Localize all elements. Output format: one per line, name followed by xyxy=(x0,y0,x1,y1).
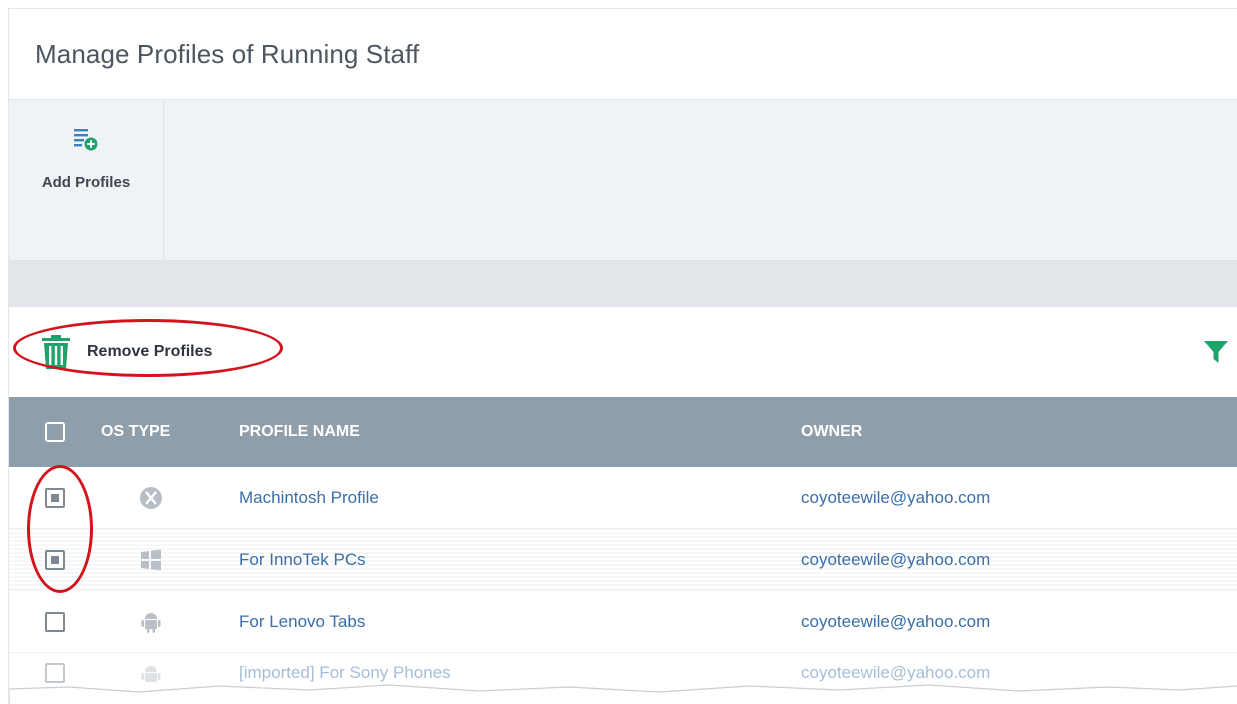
separator-band xyxy=(9,261,1237,307)
header-os-type[interactable]: OS TYPE xyxy=(101,423,239,441)
remove-profiles-label: Remove Profiles xyxy=(87,343,213,360)
profiles-panel: Manage Profiles of Running Staff Add Pro… xyxy=(8,8,1237,704)
header-owner[interactable]: OWNER xyxy=(801,423,1237,441)
action-row: Remove Profiles xyxy=(9,307,1237,397)
select-all-checkbox[interactable] xyxy=(45,422,65,442)
header-profile-name[interactable]: PROFILE NAME xyxy=(239,423,801,441)
remove-profiles-button[interactable]: Remove Profiles xyxy=(39,334,212,370)
owner-cell: coyoteewile@yahoo.com xyxy=(801,549,991,569)
title-bar: Manage Profiles of Running Staff xyxy=(9,9,1237,99)
add-profiles-label: Add Profiles xyxy=(41,174,131,191)
profile-name-link[interactable]: For Lenovo Tabs xyxy=(239,612,801,632)
torn-edge-decoration xyxy=(9,684,1237,704)
profile-name-link[interactable]: [imported] For Sony Phones xyxy=(239,663,801,683)
page-title: Manage Profiles of Running Staff xyxy=(35,38,420,69)
android-icon xyxy=(141,612,161,633)
profile-name-link[interactable]: For InnoTek PCs xyxy=(239,550,801,570)
row-checkbox[interactable] xyxy=(45,549,65,570)
table-row[interactable]: For InnoTek PCs coyoteewile@yahoo.com xyxy=(9,529,1237,591)
row-checkbox[interactable] xyxy=(45,487,65,508)
row-checkbox[interactable] xyxy=(45,663,65,683)
mac-os-icon xyxy=(140,486,162,509)
owner-cell: coyoteewile@yahoo.com xyxy=(801,663,991,682)
table-row[interactable]: For Lenovo Tabs coyoteewile@yahoo.com xyxy=(9,591,1237,653)
table-header: OS TYPE PROFILE NAME OWNER xyxy=(9,397,1237,467)
profile-name-link[interactable]: Machintosh Profile xyxy=(239,488,801,508)
owner-cell: coyoteewile@yahoo.com xyxy=(801,487,991,507)
windows-icon xyxy=(141,549,161,570)
row-checkbox[interactable] xyxy=(45,611,65,632)
add-list-icon xyxy=(74,129,98,151)
filter-icon[interactable] xyxy=(1203,339,1229,365)
owner-cell: coyoteewile@yahoo.com xyxy=(801,611,991,631)
table-row[interactable]: Machintosh Profile coyoteewile@yahoo.com xyxy=(9,467,1237,529)
toolbar: Add Profiles xyxy=(9,99,1237,261)
trash-icon xyxy=(42,335,70,369)
add-profiles-button[interactable]: Add Profiles xyxy=(9,100,164,260)
